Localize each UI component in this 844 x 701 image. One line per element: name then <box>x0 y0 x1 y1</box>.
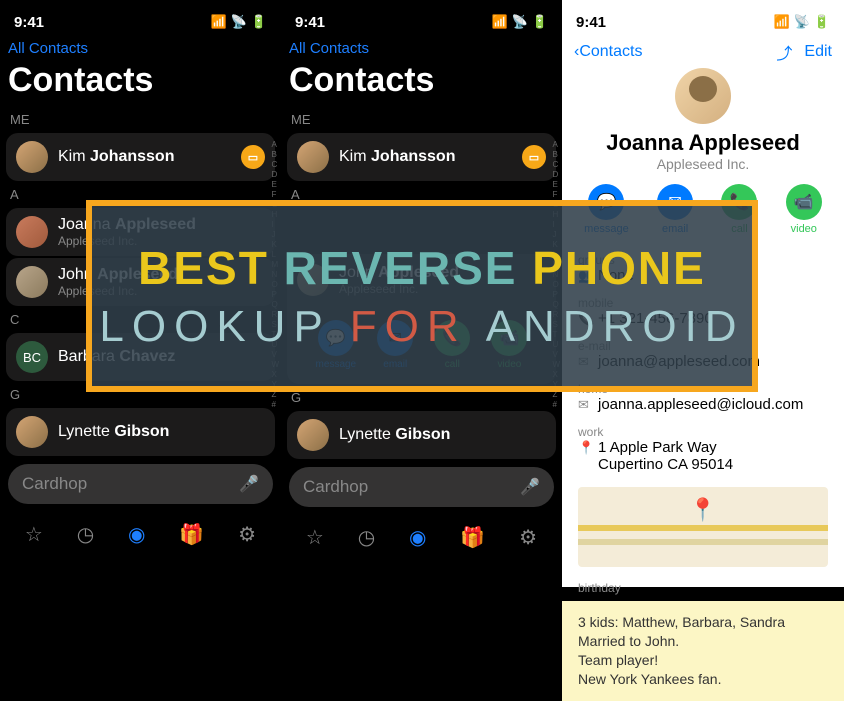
share-icon[interactable]: ⤴ <box>776 40 792 64</box>
my-card-badge: ▭ <box>522 145 546 169</box>
mic-icon[interactable]: 🎤 <box>520 477 540 497</box>
contact-row-lynette[interactable]: Lynette Gibson <box>287 411 556 459</box>
status-time: 9:41 <box>576 14 606 31</box>
avatar-initials: BC <box>16 341 48 373</box>
mic-icon[interactable]: 🎤 <box>239 474 259 494</box>
birthday-field: birthday <box>562 575 844 601</box>
contact-row-kim[interactable]: Kim Johansson ▭ <box>287 133 556 181</box>
video-action[interactable]: 📹video <box>786 184 822 235</box>
contact-detail-company: Appleseed Inc. <box>562 156 844 172</box>
status-time: 9:41 <box>14 14 44 31</box>
pin-icon: 📍 <box>578 440 592 456</box>
tab-birthdays[interactable]: 🎁 <box>179 522 204 547</box>
map-preview[interactable]: 📍 <box>578 487 828 567</box>
section-me: ME <box>281 108 562 131</box>
page-title: Contacts <box>0 61 281 108</box>
section-me: ME <box>0 108 281 131</box>
avatar <box>16 216 48 248</box>
status-bar: 9:41 📶📡🔋 <box>0 0 281 36</box>
tab-settings[interactable]: ⚙ <box>238 522 256 547</box>
status-icons: 📶📡🔋 <box>491 14 548 30</box>
contact-name: Kim Johansson <box>58 148 231 166</box>
avatar <box>16 141 48 173</box>
search-input[interactable]: Cardhop 🎤 <box>289 467 554 507</box>
tab-contacts[interactable]: ◉ <box>409 525 426 550</box>
tab-settings[interactable]: ⚙ <box>519 525 537 550</box>
tab-contacts[interactable]: ◉ <box>128 522 145 547</box>
tab-birthdays[interactable]: 🎁 <box>460 525 485 550</box>
tab-favorites[interactable]: ☆ <box>25 522 43 547</box>
status-icons: 📶📡🔋 <box>773 14 830 30</box>
contact-detail-name: Joanna Appleseed <box>562 130 844 156</box>
contact-row-kim[interactable]: Kim Johansson ▭ <box>6 133 275 181</box>
tab-recents[interactable]: ◷ <box>77 522 94 547</box>
notes-field[interactable]: 3 kids: Matthew, Barbara, Sandra Married… <box>562 601 844 701</box>
status-time: 9:41 <box>295 14 325 31</box>
map-pin-icon: 📍 <box>689 497 716 523</box>
all-contacts-link[interactable]: All Contacts <box>281 36 562 61</box>
my-card-badge: ▭ <box>241 145 265 169</box>
status-bar: 9:41 📶📡🔋 <box>281 0 562 36</box>
avatar <box>297 419 329 451</box>
tab-bar: ☆ ◷ ◉ 🎁 ⚙ <box>0 512 281 557</box>
avatar <box>297 141 329 173</box>
status-icons: 📶📡🔋 <box>210 14 267 30</box>
contact-row-lynette[interactable]: Lynette Gibson <box>6 408 275 456</box>
search-input[interactable]: Cardhop 🎤 <box>8 464 273 504</box>
tab-favorites[interactable]: ☆ <box>306 525 324 550</box>
work-field[interactable]: work 📍1 Apple Park Way Cupertino CA 9501… <box>562 419 844 479</box>
contact-avatar <box>675 68 731 124</box>
all-contacts-link[interactable]: All Contacts <box>0 36 281 61</box>
promo-overlay: BEST REVERSE PHONE LOOKUP FOR ANDROID <box>86 200 758 392</box>
page-title: Contacts <box>281 61 562 108</box>
tab-recents[interactable]: ◷ <box>358 525 375 550</box>
back-button[interactable]: ‹ Contacts <box>574 43 642 61</box>
edit-button[interactable]: Edit <box>804 43 832 61</box>
avatar <box>16 266 48 298</box>
mail-icon: ✉ <box>578 397 592 413</box>
search-placeholder: Cardhop <box>22 474 239 494</box>
avatar <box>16 416 48 448</box>
